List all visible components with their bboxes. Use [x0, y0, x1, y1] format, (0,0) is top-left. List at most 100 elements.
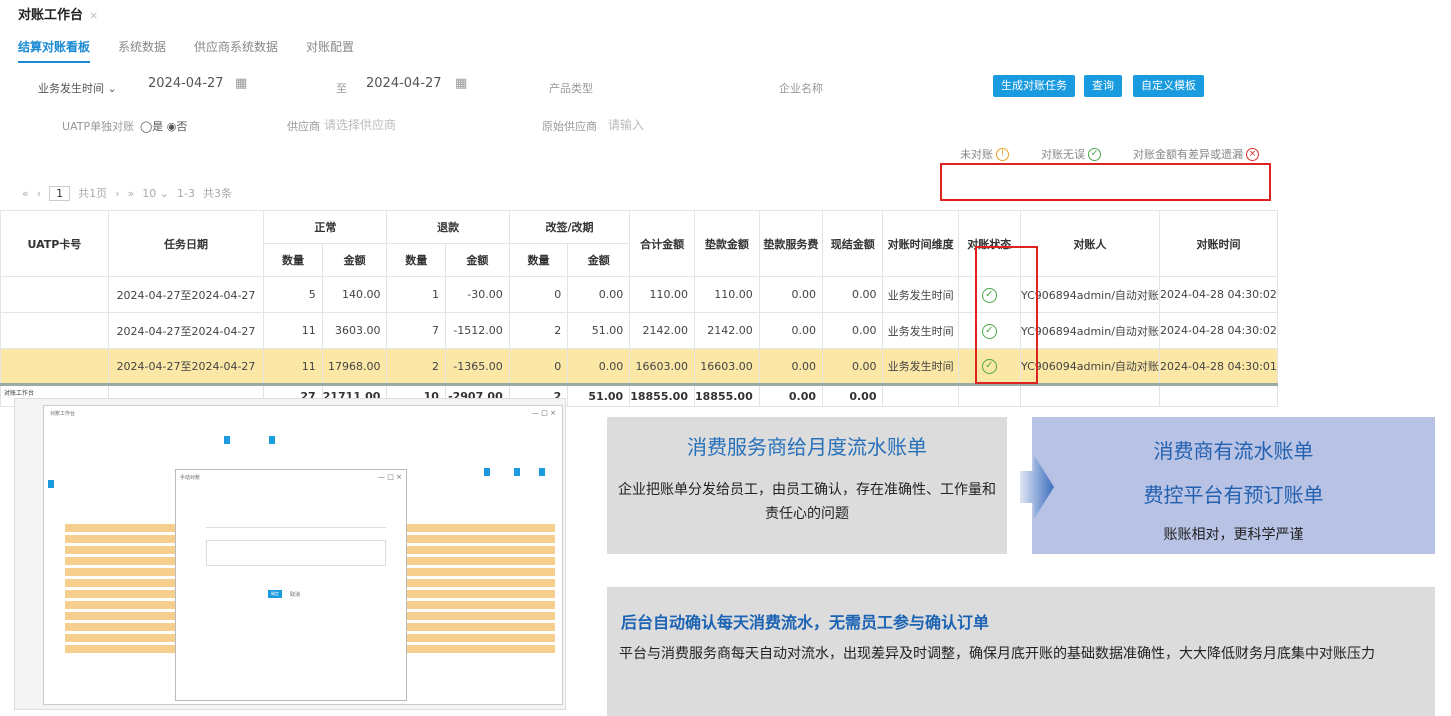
- cell-task-date: 2024-04-27至2024-04-27: [107, 312, 265, 349]
- mini-button[interactable]: [48, 480, 54, 488]
- cell-uatp: [0, 348, 109, 385]
- card-auto-confirm: 后台自动确认每天消费流水，无需员工参与确认订单 平台与消费服务商每天自动对流水，…: [607, 587, 1435, 716]
- page-tab[interactable]: 对账工作台 ×: [18, 4, 98, 23]
- col-total: 合计金额: [629, 210, 695, 277]
- cell-change-amount: 0.00: [567, 276, 631, 313]
- table-row[interactable]: 2024-04-27至2024-04-27 11 17968.00 2 -136…: [0, 348, 1279, 385]
- date-to-input[interactable]: 2024-04-27: [366, 76, 442, 91]
- page-number[interactable]: 1: [49, 185, 71, 201]
- page-tab-label: 对账工作台: [18, 8, 84, 23]
- table-row[interactable]: 2024-04-27至2024-04-27 5 140.00 1 -30.00 …: [0, 276, 1279, 313]
- supplier-label: 供应商: [287, 120, 320, 133]
- cell-total: 110.00: [629, 276, 695, 313]
- cell-advance: 16603.00: [693, 348, 760, 385]
- tab-config[interactable]: 对账配置: [306, 38, 354, 63]
- cell-refund-count: 2: [386, 348, 446, 385]
- uatp-label: UATP单独对账: [62, 120, 135, 133]
- to-label: 至: [336, 82, 347, 95]
- date-type-select[interactable]: 业务发生时间 ⌄: [38, 80, 117, 96]
- col-advance-fee: 垫款服务费: [758, 210, 824, 277]
- cell-normal-amount: 17968.00: [321, 348, 388, 385]
- calendar-icon[interactable]: ▦: [455, 76, 467, 91]
- mini-screenshot: 对账工作台 — □ × 手动对账 — □ × 确定 取消: [14, 398, 566, 710]
- cell-time: 2024-04-28 04:30:02: [1158, 312, 1279, 349]
- mini-page-title: 对账工作台: [4, 390, 35, 397]
- pending-icon: !: [996, 147, 1009, 161]
- legend-ok: 对账无误 ✓: [1041, 146, 1101, 162]
- mini-dialog-textarea[interactable]: [206, 540, 386, 566]
- col-refund-count: 数量: [386, 243, 446, 277]
- highlight-box-legend: [940, 163, 1271, 201]
- mini-button[interactable]: [539, 468, 545, 476]
- query-button[interactable]: 查询: [1084, 75, 1122, 97]
- col-settled: 现结金额: [822, 210, 884, 277]
- mini-dialog-confirm[interactable]: 确定: [268, 590, 282, 598]
- close-icon[interactable]: ×: [89, 9, 98, 22]
- custom-template-button[interactable]: 自定义模板: [1133, 75, 1204, 97]
- footer-empty: [957, 383, 1021, 407]
- date-type-value: 业务发生时间: [38, 82, 104, 95]
- card-flow-bill: 消费商有流水账单 费控平台有预订账单 账账相对，更科学严谨: [1032, 417, 1435, 554]
- cell-advance: 110.00: [693, 276, 760, 313]
- card-flow-bill-title2: 费控平台有预订账单: [1143, 483, 1324, 507]
- total-pages: 共1页: [78, 187, 108, 200]
- prev-page-icon[interactable]: ‹: [37, 187, 41, 200]
- cell-normal-count: 11: [263, 312, 323, 349]
- cell-task-date: 2024-04-27至2024-04-27: [107, 276, 265, 313]
- tab-supplier-data[interactable]: 供应商系统数据: [194, 38, 278, 63]
- page-size-value: 10: [142, 186, 157, 200]
- error-icon: ×: [1246, 147, 1259, 161]
- cell-advance-fee: 0.00: [758, 348, 824, 385]
- col-normal: 正常: [263, 210, 388, 244]
- mini-button[interactable]: [269, 436, 275, 444]
- card-monthly-bill: 消费服务商给月度流水账单 企业把账单分发给员工，由员工确认，存在准确性、工作量和…: [607, 417, 1007, 554]
- uatp-radio[interactable]: ◯是 ◉否: [140, 118, 187, 134]
- footer-advance: 18855.00: [693, 383, 760, 407]
- chevron-down-icon: ⌄: [107, 82, 117, 95]
- date-from-input[interactable]: 2024-04-27: [148, 76, 224, 91]
- next-page-icon[interactable]: ›: [115, 187, 119, 200]
- mini-dialog-select[interactable]: [206, 518, 386, 528]
- cell-advance: 2142.00: [693, 312, 760, 349]
- mini-button[interactable]: [224, 436, 230, 444]
- check-icon: ✓: [1088, 147, 1101, 161]
- cell-change-amount: 0.00: [567, 348, 631, 385]
- col-advance: 垫款金额: [693, 210, 760, 277]
- col-change-count: 数量: [508, 243, 569, 277]
- last-page-icon[interactable]: »: [128, 187, 135, 200]
- supplier-select[interactable]: 请选择供应商: [324, 116, 396, 133]
- page-size-select[interactable]: 10 ⌄: [142, 187, 169, 200]
- mini-dialog: 手动对账 — □ × 确定 取消: [175, 469, 407, 701]
- cell-settled: 0.00: [822, 348, 884, 385]
- mini-window-title: 对账工作台: [50, 411, 76, 417]
- close-icon[interactable]: — □ ×: [378, 473, 402, 481]
- reconciliation-table: UATP卡号 任务日期 正常 退款 改签/改期 合计金额 垫款金额 垫款服务费 …: [0, 210, 1279, 407]
- footer-empty: [1158, 383, 1279, 407]
- footer-change-amount: 51.00: [567, 383, 631, 407]
- mini-button[interactable]: [484, 468, 490, 476]
- col-change-amount: 金额: [567, 243, 631, 277]
- tab-board[interactable]: 结算对账看板: [18, 38, 91, 63]
- footer-empty: [1019, 383, 1160, 407]
- footer-settled: 0.00: [822, 383, 884, 407]
- mini-button[interactable]: [514, 468, 520, 476]
- footer-advance-fee: 0.00: [758, 383, 824, 407]
- product-type-label: 产品类型: [549, 82, 593, 95]
- system-supplier-input[interactable]: 请输入: [608, 116, 644, 133]
- generate-task-button[interactable]: 生成对账任务: [993, 75, 1075, 97]
- close-icon[interactable]: — □ ×: [532, 409, 556, 417]
- highlight-box-status: [975, 246, 1038, 384]
- footer-total: 18855.00: [629, 383, 695, 407]
- cell-total: 2142.00: [629, 312, 695, 349]
- pagination: « ‹ 1 共1页 › » 10 ⌄ 1-3 共3条: [22, 185, 232, 201]
- tab-system-data[interactable]: 系统数据: [118, 38, 166, 63]
- col-refund: 退款: [386, 210, 510, 244]
- table-row[interactable]: 2024-04-27至2024-04-27 11 3603.00 7 -1512…: [0, 312, 1279, 349]
- calendar-icon[interactable]: ▦: [235, 76, 247, 91]
- cell-refund-count: 7: [386, 312, 446, 349]
- first-page-icon[interactable]: «: [22, 187, 29, 200]
- mini-dialog-cancel[interactable]: 取消: [290, 591, 300, 598]
- col-change: 改签/改期: [508, 210, 631, 244]
- cell-person: YC906094admin/自动对账: [1019, 348, 1160, 385]
- cell-normal-amount: 3603.00: [321, 312, 388, 349]
